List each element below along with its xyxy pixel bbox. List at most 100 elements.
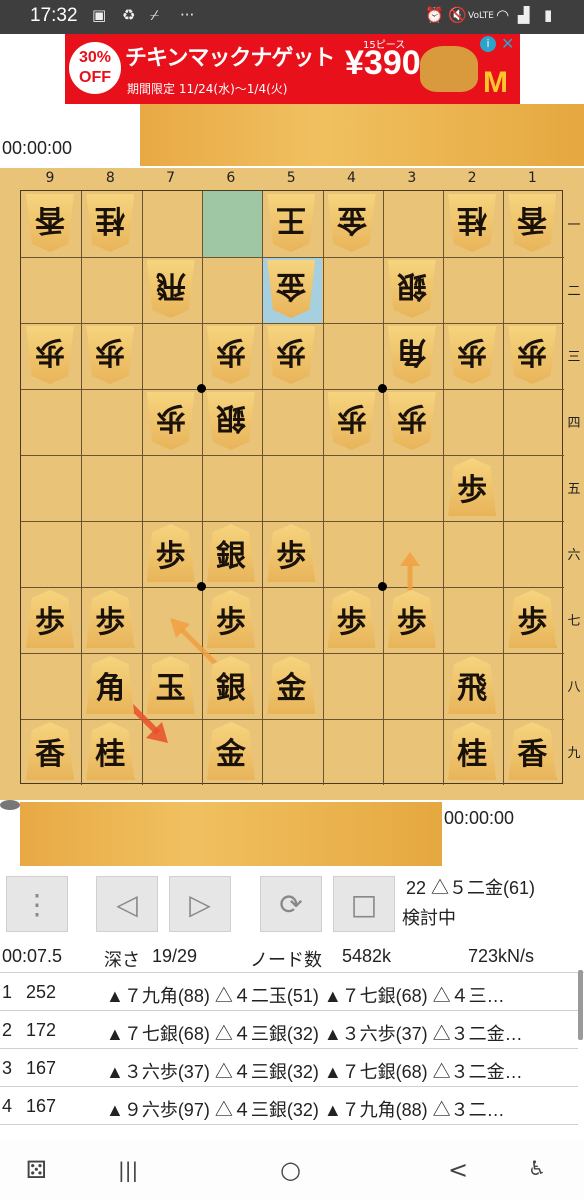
- menu-button[interactable]: ⋮: [6, 876, 68, 932]
- gote-piece[interactable]: 銀: [387, 260, 436, 318]
- gote-piece[interactable]: 歩: [206, 326, 255, 384]
- gote-piece[interactable]: 銀: [206, 392, 255, 450]
- gote-piece[interactable]: 金: [327, 194, 376, 252]
- pv-rank: 2: [2, 1020, 13, 1040]
- nps-value: 723kN/s: [468, 946, 535, 966]
- prev-move-button[interactable]: ◁: [96, 876, 158, 932]
- pv-moves: ▲７九角(88) △４二玉(51) ▲７七銀(68) △４三…: [106, 986, 505, 1006]
- gote-piece[interactable]: 王: [267, 194, 316, 252]
- divider: [0, 972, 584, 973]
- ad-subtitle: 期間限定 11/24(水)〜1/4(火): [127, 82, 288, 96]
- nugget-image: [420, 46, 478, 92]
- gote-piece[interactable]: 歩: [86, 326, 135, 384]
- sente-piece[interactable]: 歩: [146, 524, 195, 582]
- ad-banner[interactable]: 30% OFF チキンマックナゲット 期間限定 11/24(水)〜1/4(火) …: [65, 34, 520, 104]
- arrow-head-2: [400, 552, 420, 566]
- recents-icon[interactable]: |||: [118, 1158, 138, 1182]
- home-icon[interactable]: ○: [280, 1156, 301, 1184]
- sente-piece[interactable]: 香: [508, 722, 557, 780]
- gote-piece[interactable]: 歩: [508, 326, 557, 384]
- sente-piece[interactable]: 飛: [448, 656, 497, 714]
- sente-piece-stand[interactable]: [20, 802, 442, 866]
- pv-moves: ▲９六歩(97) △４三銀(32) ▲７九角(88) △３二…: [106, 1100, 505, 1120]
- sente-piece[interactable]: 歩: [267, 524, 316, 582]
- gote-piece[interactable]: 歩: [146, 392, 195, 450]
- volte-icon: VoLTE: [468, 11, 494, 21]
- pv-line-4[interactable]: 4 167 ▲９六歩(97) △４三銀(32) ▲７九角(88) △３二…: [0, 1088, 578, 1125]
- gote-piece[interactable]: 歩: [387, 392, 436, 450]
- gote-piece[interactable]: 歩: [448, 326, 497, 384]
- back-icon[interactable]: <: [448, 1156, 468, 1184]
- sente-piece[interactable]: 歩: [387, 590, 436, 648]
- sente-piece[interactable]: 金: [206, 722, 255, 780]
- sente-piece[interactable]: 香: [26, 722, 74, 780]
- gote-piece[interactable]: 飛: [146, 260, 195, 318]
- wifi-icon: ◠: [496, 6, 510, 24]
- nodes-label: ノード数: [250, 950, 322, 970]
- status-bar: 17:32 ▣ ♻ ⌿ ··· ⏰ 🔇 VoLTE ◠ ▟ ▮: [0, 0, 584, 34]
- pv-line-1[interactable]: 1 252 ▲７九角(88) △４二玉(51) ▲７七銀(68) △４三…: [0, 974, 578, 1011]
- gote-piece[interactable]: 桂: [448, 194, 497, 252]
- sente-piece[interactable]: 歩: [508, 590, 557, 648]
- sente-piece[interactable]: 銀: [206, 524, 255, 582]
- sente-piece[interactable]: 桂: [448, 722, 497, 780]
- sync-icon: ♻: [122, 6, 136, 24]
- next-icon: ▷: [189, 887, 211, 921]
- brand-logo: M: [483, 66, 508, 99]
- last-move: 22 △５二金(61): [406, 878, 536, 898]
- shogi-board[interactable]: 987654321 一二三四五六七八九 香桂王金桂香飛金銀歩歩歩歩角歩歩歩銀歩歩…: [0, 168, 584, 800]
- gote-piece[interactable]: 香: [508, 194, 557, 252]
- pv-score: 167: [26, 1058, 57, 1078]
- discount-badge: 30% OFF: [69, 42, 121, 94]
- sente-piece[interactable]: 歩: [86, 590, 135, 648]
- pv-rank: 1: [2, 982, 13, 1002]
- pv-rank: 3: [2, 1058, 13, 1078]
- nodes-value: 5482k: [342, 946, 392, 966]
- gote-piece[interactable]: 歩: [26, 326, 74, 384]
- menu-icon: ⋮: [23, 887, 51, 921]
- gote-piece[interactable]: 金: [267, 260, 316, 318]
- analyze-button[interactable]: ⟳: [260, 876, 322, 932]
- battery-icon: ▮: [544, 6, 553, 24]
- turn-indicator: [0, 800, 20, 810]
- pv-score: 167: [26, 1096, 57, 1116]
- ad-close-icon[interactable]: ✕: [501, 34, 514, 53]
- sente-piece[interactable]: 金: [267, 656, 316, 714]
- analysis-state: 検討中: [402, 908, 456, 928]
- image-icon: ▣: [92, 6, 107, 24]
- pv-scrollbar[interactable]: [578, 970, 583, 1040]
- depth-label: 深さ: [104, 950, 140, 970]
- ad-price: ¥390: [345, 44, 421, 82]
- sente-piece[interactable]: 角: [86, 656, 135, 714]
- analyze-icon: ⟳: [279, 887, 303, 921]
- gote-piece[interactable]: 桂: [86, 194, 135, 252]
- mute-icon: 🔇: [448, 6, 467, 24]
- pv-score: 172: [26, 1020, 57, 1040]
- gote-piece-stand[interactable]: [140, 104, 584, 166]
- sente-piece[interactable]: 桂: [86, 722, 135, 780]
- gote-piece[interactable]: 角: [387, 326, 436, 384]
- sente-piece[interactable]: 歩: [448, 458, 497, 516]
- pv-rank: 4: [2, 1096, 13, 1116]
- game-launcher-icon[interactable]: ⚄: [26, 1156, 47, 1184]
- pv-line-2[interactable]: 2 172 ▲７七銀(68) △４三銀(32) ▲３六歩(37) △３二金…: [0, 1012, 578, 1049]
- more-icon: ···: [180, 6, 195, 24]
- sente-timer: 00:00:00: [444, 808, 515, 828]
- alarm-icon: ⏰: [425, 6, 444, 24]
- sente-piece[interactable]: 歩: [206, 590, 255, 648]
- sente-piece[interactable]: 歩: [327, 590, 376, 648]
- sente-piece[interactable]: 玉: [146, 656, 195, 714]
- stop-icon: □: [350, 887, 378, 921]
- navigation-bar: ⚄ ||| ○ < ♿: [0, 1140, 584, 1200]
- accessibility-icon[interactable]: ♿: [528, 1156, 546, 1180]
- ad-info-icon[interactable]: i: [480, 36, 496, 52]
- next-move-button[interactable]: ▷: [169, 876, 231, 932]
- pv-line-3[interactable]: 3 167 ▲３六歩(37) △４三銀(32) ▲７七銀(68) △３二金…: [0, 1050, 578, 1087]
- gote-timer: 00:00:00: [2, 138, 73, 158]
- gote-piece[interactable]: 歩: [327, 392, 376, 450]
- sente-piece[interactable]: 歩: [26, 590, 74, 648]
- sente-piece[interactable]: 銀: [206, 656, 255, 714]
- stop-button[interactable]: □: [333, 876, 395, 932]
- gote-piece[interactable]: 歩: [267, 326, 316, 384]
- gote-piece[interactable]: 香: [26, 194, 74, 252]
